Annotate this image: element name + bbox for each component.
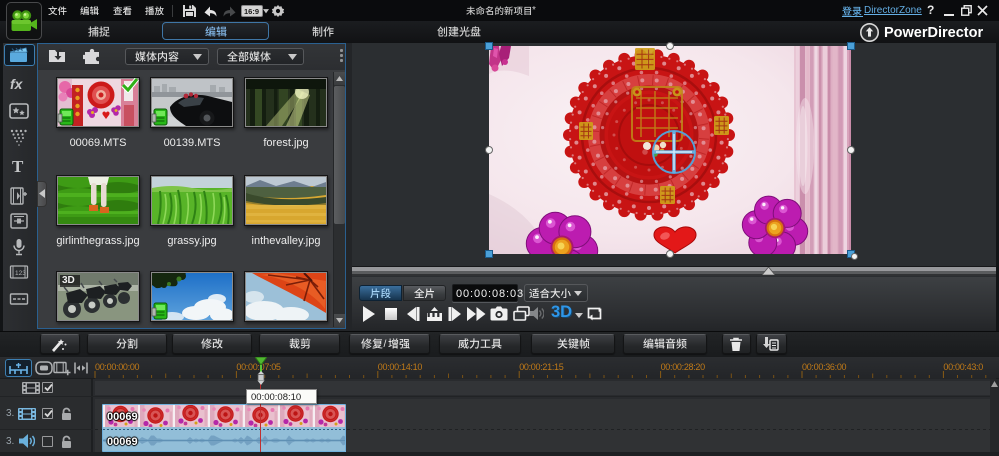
svg-text:123: 123 xyxy=(15,270,26,277)
